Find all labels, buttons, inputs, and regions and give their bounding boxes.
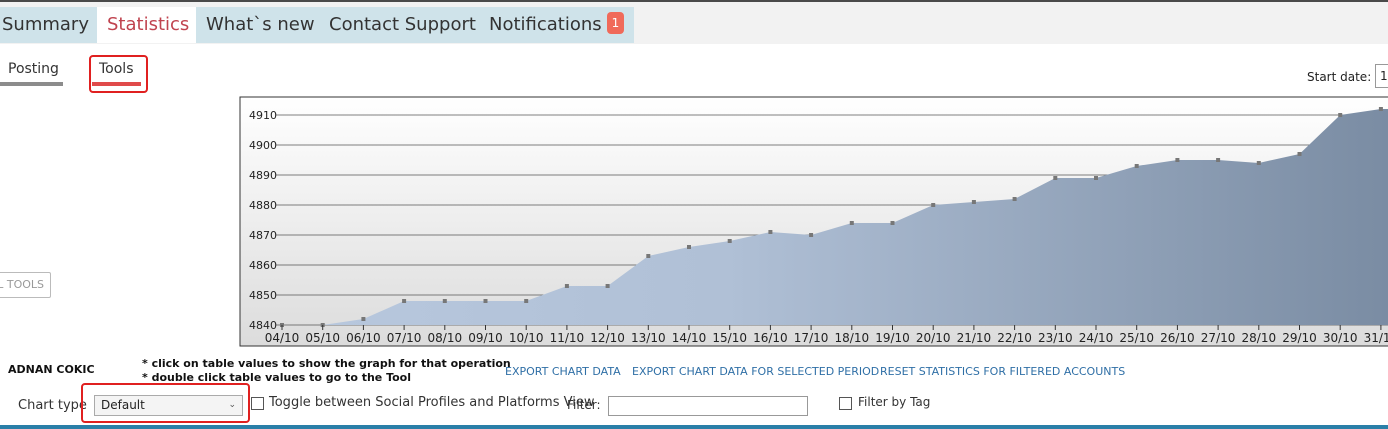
x-tick-label: 14/10 xyxy=(672,331,707,345)
data-point[interactable] xyxy=(1216,158,1221,162)
x-tick-label: 22/10 xyxy=(997,331,1032,345)
data-point[interactable] xyxy=(646,254,651,258)
data-point[interactable] xyxy=(361,317,366,321)
y-tick-label: 4900 xyxy=(249,139,277,152)
data-point[interactable] xyxy=(687,245,691,249)
data-point[interactable] xyxy=(402,299,407,303)
account-name: ADNAN COKIC xyxy=(8,363,95,376)
data-point[interactable] xyxy=(1256,161,1261,165)
data-point[interactable] xyxy=(727,239,732,243)
data-point[interactable] xyxy=(564,284,569,288)
x-tick-label: 18/10 xyxy=(835,331,870,345)
x-tick-label: 16/10 xyxy=(753,331,788,345)
x-tick-label: 13/10 xyxy=(631,331,666,345)
export-chart-data-link[interactable]: EXPORT CHART DATA xyxy=(505,365,621,378)
x-tick-label: 26/10 xyxy=(1160,331,1195,345)
data-point[interactable] xyxy=(1297,152,1302,156)
x-tick-label: 07/10 xyxy=(387,331,422,345)
x-tick-label: 31/10 xyxy=(1364,331,1388,345)
x-tick-label: 21/10 xyxy=(957,331,992,345)
y-tick-label: 4850 xyxy=(249,289,277,302)
data-point[interactable] xyxy=(1094,176,1098,180)
toggle-view-label: Toggle between Social Profiles and Platf… xyxy=(269,395,595,410)
x-tick-label: 27/10 xyxy=(1201,331,1236,345)
filter-input[interactable] xyxy=(608,396,808,416)
x-tick-label: 12/10 xyxy=(590,331,625,345)
data-point[interactable] xyxy=(1175,158,1180,162)
bottom-border xyxy=(0,425,1388,429)
filter-label: Filter: xyxy=(567,398,601,412)
data-point[interactable] xyxy=(971,200,976,204)
x-tick-label: 23/10 xyxy=(1038,331,1073,345)
x-tick-label: 25/10 xyxy=(1119,331,1154,345)
data-point[interactable] xyxy=(1378,107,1383,111)
x-tick-label: 30/10 xyxy=(1323,331,1358,345)
data-point[interactable] xyxy=(768,230,773,234)
x-tick-label: 29/10 xyxy=(1282,331,1317,345)
data-point[interactable] xyxy=(1134,164,1139,168)
export-selected-period-link[interactable]: EXPORT CHART DATA FOR SELECTED PERIOD xyxy=(632,365,879,378)
data-point[interactable] xyxy=(890,221,895,225)
x-tick-label: 05/10 xyxy=(305,331,340,345)
y-tick-label: 4870 xyxy=(249,229,277,242)
reset-statistics-link[interactable]: RESET STATISTICS FOR FILTERED ACCOUNTS xyxy=(880,365,1125,378)
x-tick-label: 15/10 xyxy=(712,331,747,345)
x-tick-label: 04/10 xyxy=(265,331,300,345)
x-tick-label: 09/10 xyxy=(468,331,503,345)
filter-by-tag-checkbox[interactable] xyxy=(839,397,852,410)
data-point[interactable] xyxy=(483,299,488,303)
data-point[interactable] xyxy=(524,299,529,303)
data-point[interactable] xyxy=(1053,176,1058,180)
statistics-chart: 48404850486048704880489049004910 04/10 05… xyxy=(239,96,1388,347)
x-tick-label: 20/10 xyxy=(916,331,951,345)
data-point[interactable] xyxy=(1338,113,1343,117)
data-point[interactable] xyxy=(1012,197,1017,201)
data-point[interactable] xyxy=(849,221,854,225)
chart-type-highlight xyxy=(81,383,250,423)
y-tick-label: 4860 xyxy=(249,259,277,272)
y-tick-label: 4910 xyxy=(249,109,277,122)
x-tick-label: 28/10 xyxy=(1242,331,1277,345)
x-tick-label: 11/10 xyxy=(550,331,585,345)
chart-type-label: Chart type xyxy=(18,398,87,413)
data-point[interactable] xyxy=(931,203,936,207)
data-point[interactable] xyxy=(442,299,447,303)
y-tick-label: 4890 xyxy=(249,169,277,182)
x-tick-label: 10/10 xyxy=(509,331,544,345)
x-tick-label: 24/10 xyxy=(1079,331,1114,345)
x-tick-label: 17/10 xyxy=(794,331,829,345)
x-tick-label: 08/10 xyxy=(428,331,463,345)
hint-click: * click on table values to show the grap… xyxy=(142,357,511,370)
data-point[interactable] xyxy=(605,284,610,288)
toggle-view-checkbox[interactable] xyxy=(251,397,264,410)
filter-by-tag-label: Filter by Tag xyxy=(858,395,931,409)
x-tick-label: 06/10 xyxy=(346,331,381,345)
y-tick-label: 4880 xyxy=(249,199,277,212)
data-point[interactable] xyxy=(809,233,814,237)
x-tick-label: 19/10 xyxy=(875,331,910,345)
